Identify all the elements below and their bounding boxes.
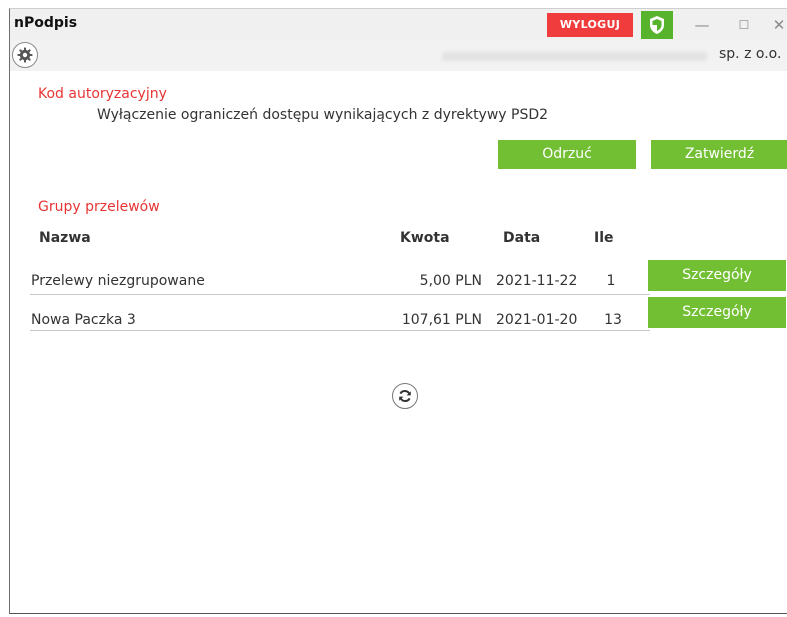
shield-icon xyxy=(650,16,664,34)
toolbar: sp. z o.o. xyxy=(10,40,787,71)
company-name-redacted xyxy=(442,52,707,61)
app-window: nPodpis WYLOGUJ — ☐ ✕ sp. z o.o. Kod aut… xyxy=(9,8,787,614)
row-date: 2021-01-20 xyxy=(496,312,578,328)
row-name: Przelewy niezgrupowane xyxy=(31,273,205,289)
refresh-icon xyxy=(399,389,411,403)
details-button[interactable]: Szczegóły xyxy=(648,260,786,291)
close-button[interactable]: ✕ xyxy=(768,13,787,37)
auth-description: Wyłączenie ograniczeń dostępu wynikający… xyxy=(97,107,549,123)
transfer-groups-heading: Grupy przelewów xyxy=(38,199,160,215)
logout-button[interactable]: WYLOGUJ xyxy=(547,13,633,37)
column-header-date: Data xyxy=(503,230,541,246)
row-divider xyxy=(30,330,650,331)
row-count: 1 xyxy=(606,273,616,289)
app-title: nPodpis xyxy=(14,15,78,31)
minimize-button[interactable]: — xyxy=(687,13,717,37)
company-suffix: sp. z o.o. xyxy=(719,46,782,62)
maximize-button[interactable]: ☐ xyxy=(729,13,759,37)
column-header-name: Nazwa xyxy=(39,230,91,246)
gear-icon xyxy=(17,47,33,63)
column-header-count: Ile xyxy=(594,230,614,246)
security-button[interactable] xyxy=(641,11,673,39)
reject-button[interactable]: Odrzuć xyxy=(498,140,636,169)
details-button[interactable]: Szczegóły xyxy=(648,297,786,328)
row-amount: 5,00 PLN xyxy=(419,273,482,289)
row-count: 13 xyxy=(604,312,622,328)
row-name: Nowa Paczka 3 xyxy=(31,312,136,328)
settings-button[interactable] xyxy=(12,42,38,68)
refresh-button[interactable] xyxy=(392,383,418,409)
confirm-button[interactable]: Zatwierdź xyxy=(651,140,787,169)
title-bar: nPodpis WYLOGUJ — ☐ ✕ xyxy=(10,9,787,40)
row-divider xyxy=(30,294,650,295)
row-date: 2021-11-22 xyxy=(496,273,578,289)
auth-code-heading: Kod autoryzacyjny xyxy=(38,86,167,102)
column-header-amount: Kwota xyxy=(400,230,450,246)
row-amount: 107,61 PLN xyxy=(401,312,482,328)
